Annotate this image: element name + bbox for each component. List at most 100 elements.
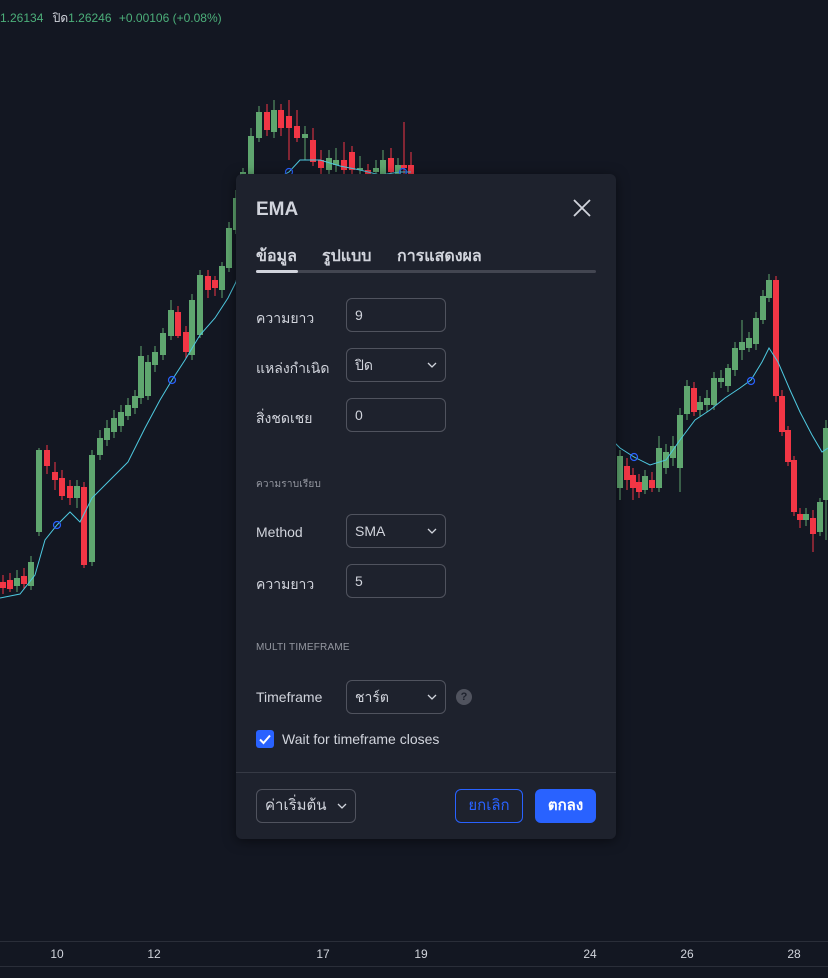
candle-body — [823, 428, 828, 500]
smoothing-length-label: ความยาว — [256, 576, 315, 592]
candle-body — [697, 402, 703, 410]
method-label: Method — [256, 524, 303, 540]
candle-body — [21, 576, 27, 584]
candle-body — [0, 582, 6, 588]
candle-body — [401, 165, 407, 168]
checkmark-icon — [259, 734, 271, 745]
candle-body — [810, 518, 816, 534]
candle-body — [138, 356, 144, 398]
offset-label: สิ่งชดเชย — [256, 410, 313, 426]
candle-body — [219, 266, 225, 290]
candle-body — [617, 456, 623, 488]
candle-body — [59, 478, 65, 496]
smoothing-length-input[interactable]: 5 — [346, 564, 446, 598]
candle-body — [373, 168, 379, 172]
candle-body — [718, 378, 724, 382]
defaults-label: ค่าเริ่มต้น — [265, 797, 327, 814]
candle-body — [44, 450, 50, 466]
ok-button[interactable]: ตกลง — [535, 789, 596, 823]
source-select-value: ปิด — [355, 357, 373, 373]
candle-body — [817, 502, 823, 532]
close-value: 1.26246 — [68, 11, 112, 25]
candle-body — [152, 352, 158, 365]
chevron-down-icon — [427, 694, 437, 700]
chevron-down-icon — [337, 803, 347, 809]
candle-body — [711, 378, 717, 405]
tab-style[interactable]: รูปแบบ — [322, 244, 371, 269]
candle-body — [753, 318, 759, 344]
candle-body — [656, 448, 662, 488]
tab-track — [256, 270, 596, 273]
timeframe-label: Timeframe — [256, 689, 323, 705]
candle-body — [132, 396, 138, 408]
candle-body — [380, 160, 386, 175]
candle-body — [111, 418, 117, 432]
method-select[interactable]: SMA — [346, 514, 446, 548]
candle-body — [104, 428, 110, 440]
close-icon[interactable] — [570, 196, 594, 220]
help-icon[interactable]: ? — [456, 689, 472, 705]
candle-body — [732, 348, 738, 370]
candle-body — [725, 368, 731, 386]
close-button[interactable] — [570, 196, 594, 220]
tab-visibility[interactable]: การแสดงผล — [397, 244, 482, 269]
candle-body — [791, 460, 797, 512]
candle-body — [248, 136, 254, 175]
candle-body — [278, 110, 284, 128]
candle-body — [636, 482, 642, 492]
candle-body — [97, 438, 103, 455]
candle-body — [773, 280, 779, 396]
candle-body — [118, 412, 124, 426]
candle-body — [310, 140, 316, 162]
candle-body — [7, 580, 13, 589]
ohlc-legend: 1.26134 ปิด1.26246 +0.00106 (+0.08%) — [0, 9, 222, 28]
candle-body — [691, 388, 697, 412]
change-value: +0.00106 (+0.08%) — [118, 11, 222, 25]
candle-body — [649, 480, 655, 488]
dialog-title: EMA — [256, 199, 299, 220]
defaults-dropdown[interactable]: ค่าเริ่มต้น — [256, 789, 356, 823]
candle-body — [145, 362, 151, 396]
candle-body — [739, 342, 745, 350]
multi-timeframe-section-title: MULTI TIMEFRAME — [256, 642, 350, 653]
candle-body — [642, 476, 648, 490]
close-label: ปิด — [52, 11, 69, 25]
chevron-down-icon — [427, 528, 437, 534]
source-label: แหล่งกำเนิด — [256, 360, 330, 376]
open-value: 1.26134 — [0, 11, 44, 25]
candle-body — [302, 134, 308, 138]
candle-body — [189, 300, 195, 355]
candle-body — [779, 396, 785, 432]
candle-body — [704, 398, 710, 405]
candle-body — [226, 228, 232, 268]
candle-body — [766, 280, 772, 298]
length-input[interactable]: 9 — [346, 298, 446, 332]
signal-marker — [746, 376, 756, 386]
candle-body — [81, 487, 87, 565]
candle-body — [183, 332, 189, 352]
wait-timeframe-label[interactable]: Wait for timeframe closes — [282, 731, 439, 747]
time-axis-label: 17 — [316, 947, 330, 961]
smoothing-section-title: ความราบเรียบ — [256, 479, 322, 490]
candle-body — [326, 158, 332, 170]
candle-body — [67, 486, 73, 498]
tab-inputs[interactable]: ข้อมูล — [256, 244, 297, 269]
active-tab-indicator — [256, 270, 298, 273]
candle-body — [630, 475, 636, 488]
candle-body — [746, 338, 752, 348]
source-select[interactable]: ปิด — [346, 348, 446, 382]
candle-body — [294, 126, 300, 138]
candle-body — [74, 486, 80, 498]
candle-body — [684, 386, 690, 414]
offset-input[interactable]: 0 — [346, 398, 446, 432]
candle-body — [14, 578, 20, 586]
time-axis-label: 12 — [147, 947, 161, 961]
timeframe-select[interactable]: ชาร์ต — [346, 680, 446, 714]
footer-divider — [236, 772, 616, 773]
candle-body — [36, 450, 42, 532]
wait-timeframe-checkbox[interactable] — [256, 730, 274, 748]
candle-body — [212, 280, 218, 288]
candle-body — [89, 455, 95, 562]
cancel-button[interactable]: ยกเลิก — [455, 789, 523, 823]
candle-body — [271, 110, 277, 132]
